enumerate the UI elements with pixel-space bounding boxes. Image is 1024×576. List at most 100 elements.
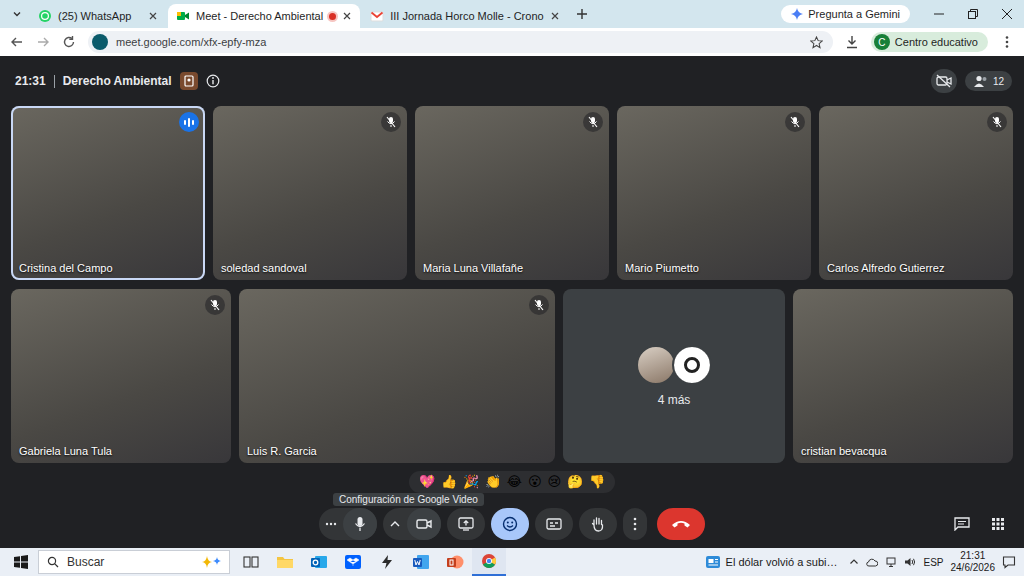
participant-tile[interactable]: cristian bevacqua bbox=[793, 289, 1013, 463]
folder-icon bbox=[276, 555, 294, 569]
video-options-button[interactable] bbox=[383, 508, 407, 540]
minimize-icon bbox=[934, 9, 944, 19]
site-info-icon[interactable] bbox=[92, 34, 108, 50]
chrome-icon bbox=[481, 553, 497, 569]
host-controls-icon[interactable] bbox=[180, 72, 198, 90]
notifications-icon[interactable] bbox=[1002, 555, 1016, 569]
close-icon[interactable] bbox=[550, 11, 560, 21]
app-button[interactable] bbox=[370, 548, 404, 576]
video-grid: Cristina del Camposoledad sandoval Maria … bbox=[0, 106, 1024, 463]
participant-tile[interactable]: Cristina del Campo bbox=[11, 106, 205, 280]
close-icon[interactable] bbox=[342, 11, 352, 21]
start-button[interactable] bbox=[4, 548, 38, 576]
new-tab-button[interactable] bbox=[570, 3, 594, 25]
participant-tile[interactable]: Luis R. Garcia bbox=[239, 289, 555, 463]
raise-hand-button[interactable] bbox=[579, 508, 617, 540]
search-box[interactable]: Buscar bbox=[38, 550, 230, 574]
address-bar[interactable]: meet.google.com/xfx-epfy-mza bbox=[88, 31, 833, 53]
video-group bbox=[383, 508, 441, 540]
browser-tab[interactable]: III Jornada Horco Molle - Crono bbox=[362, 4, 567, 28]
app-bolt-icon bbox=[379, 554, 395, 570]
participants-button[interactable]: 12 bbox=[965, 71, 1012, 91]
captions-button[interactable] bbox=[535, 508, 573, 540]
audio-options-button[interactable] bbox=[319, 508, 343, 540]
hand-icon bbox=[591, 516, 605, 532]
star-icon[interactable] bbox=[810, 36, 823, 49]
url-text: meet.google.com/xfx-epfy-mza bbox=[116, 36, 802, 48]
reaction-button[interactable]: 😢 bbox=[548, 472, 562, 492]
reactions-button[interactable] bbox=[491, 508, 529, 540]
tab-bar: (25) WhatsApp Meet - Derecho Ambiental III… bbox=[0, 0, 1024, 28]
participant-tile[interactable]: Mario Piumetto bbox=[617, 106, 811, 280]
close-window-button[interactable] bbox=[990, 0, 1024, 28]
participant-name: Gabriela Luna Tula bbox=[19, 445, 112, 457]
chevron-up-icon[interactable] bbox=[849, 557, 859, 567]
reload-icon[interactable] bbox=[62, 35, 76, 49]
browser-tab[interactable]: Meet - Derecho Ambiental bbox=[168, 4, 360, 28]
microphone-button[interactable] bbox=[343, 508, 377, 540]
participant-tile[interactable]: Carlos Alfredo Gutierrez bbox=[819, 106, 1013, 280]
taskbar: Buscar El dólar volvió a subi… ESP 21:3124/… bbox=[0, 548, 1024, 576]
window-controls bbox=[922, 0, 1024, 28]
leave-call-button[interactable] bbox=[657, 508, 705, 540]
reaction-button[interactable]: 💖 bbox=[419, 472, 435, 492]
activities-button[interactable] bbox=[988, 514, 1008, 534]
participant-tile[interactable]: Gabriela Luna Tula bbox=[11, 289, 231, 463]
kebab-menu-icon[interactable] bbox=[1000, 35, 1014, 49]
participant-tile[interactable]: Maria Luna Villafañe bbox=[415, 106, 609, 280]
minimize-button[interactable] bbox=[922, 0, 956, 28]
screen: (25) WhatsApp Meet - Derecho Ambiental III… bbox=[0, 0, 1024, 576]
task-view-button[interactable] bbox=[234, 548, 268, 576]
chat-button[interactable] bbox=[952, 514, 972, 534]
dropbox-button[interactable] bbox=[336, 548, 370, 576]
profile-chip[interactable]: CCentro educativo bbox=[871, 32, 988, 52]
download-icon[interactable] bbox=[845, 35, 859, 49]
more-options-button[interactable] bbox=[623, 508, 647, 540]
apps-grid-icon bbox=[991, 517, 1005, 531]
chat-icon bbox=[954, 517, 970, 531]
reaction-button[interactable]: 👎 bbox=[589, 472, 605, 492]
reaction-button[interactable]: 😂 bbox=[507, 472, 522, 492]
outlook-button[interactable] bbox=[302, 548, 336, 576]
restore-button[interactable] bbox=[956, 0, 990, 28]
close-icon[interactable] bbox=[148, 11, 158, 21]
network-icon[interactable] bbox=[885, 556, 897, 568]
powerpoint-button[interactable] bbox=[438, 548, 472, 576]
participant-name: Maria Luna Villafañe bbox=[423, 262, 523, 274]
reaction-button[interactable]: 🎉 bbox=[463, 472, 479, 492]
participant-tile[interactable]: 4 más bbox=[563, 289, 785, 463]
browser-tab[interactable]: (25) WhatsApp bbox=[30, 4, 166, 28]
avatar-photo bbox=[672, 345, 712, 385]
clock[interactable]: 21:3124/6/2026 bbox=[951, 550, 996, 574]
reaction-button[interactable]: 😮 bbox=[528, 472, 542, 492]
tab-label: III Jornada Horco Molle - Crono bbox=[390, 10, 543, 22]
participant-name: Carlos Alfredo Gutierrez bbox=[827, 262, 944, 274]
tab-search-button[interactable] bbox=[6, 3, 28, 25]
reaction-button[interactable]: 🤔 bbox=[567, 472, 583, 492]
camera-button[interactable] bbox=[407, 508, 441, 540]
mic-off-icon bbox=[381, 112, 401, 132]
speaker-icon[interactable] bbox=[904, 556, 916, 568]
camera-off-button[interactable] bbox=[931, 69, 957, 93]
language-indicator[interactable]: ESP bbox=[923, 557, 943, 568]
participant-name: Mario Piumetto bbox=[625, 262, 699, 274]
mic-off-icon bbox=[205, 295, 225, 315]
outlook-icon bbox=[310, 554, 328, 570]
news-widget[interactable]: El dólar volvió a subi… bbox=[705, 554, 838, 570]
participant-name: cristian bevacqua bbox=[801, 445, 887, 457]
reaction-button[interactable]: 👏 bbox=[485, 472, 501, 492]
cloud-icon[interactable] bbox=[866, 556, 878, 568]
chevron-up-icon bbox=[390, 521, 400, 527]
info-icon[interactable] bbox=[206, 74, 220, 88]
forward-icon[interactable] bbox=[36, 35, 50, 49]
whatsapp-icon bbox=[38, 9, 52, 23]
chrome-button[interactable] bbox=[472, 548, 506, 576]
gemini-button[interactable]: Pregunta a Gemini bbox=[781, 5, 910, 23]
back-icon[interactable] bbox=[10, 35, 24, 49]
participant-tile[interactable]: soledad sandoval bbox=[213, 106, 407, 280]
reaction-button[interactable]: 👍 bbox=[441, 472, 457, 492]
file-explorer-button[interactable] bbox=[268, 548, 302, 576]
tab-label: Meet - Derecho Ambiental bbox=[196, 10, 323, 22]
present-button[interactable] bbox=[447, 508, 485, 540]
word-button[interactable] bbox=[404, 548, 438, 576]
